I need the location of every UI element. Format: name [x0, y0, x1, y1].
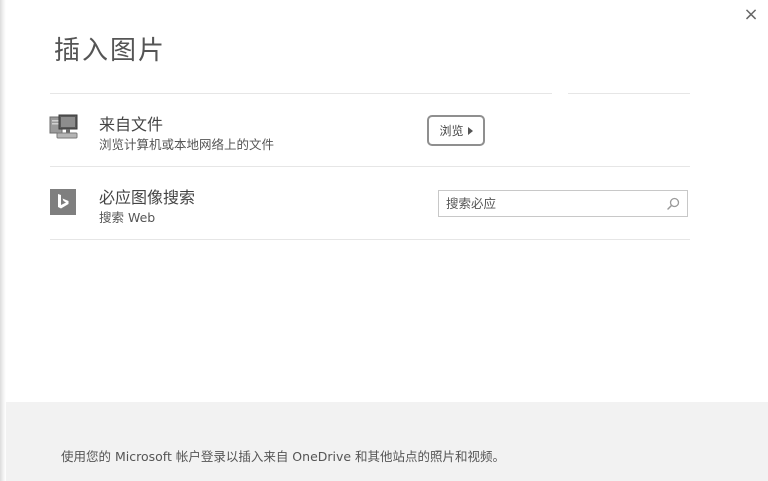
close-icon[interactable]: ×: [743, 4, 758, 25]
bing-logo-icon: [50, 189, 76, 215]
bing-search-description: 搜索 Web: [99, 210, 156, 225]
dialog-title: 插入图片: [54, 36, 167, 66]
computer-icon: [49, 114, 78, 139]
insert-picture-dialog: × 插入图片 来自文件 浏览计算机或本地网络上的文件 浏览 必应图像搜索 搜索 …: [0, 0, 768, 481]
dialog-footer: 使用您的 Microsoft 帐户登录以插入来自 OneDrive 和其他站点的…: [6, 402, 768, 481]
divider-bottom: [50, 239, 690, 240]
browse-label: 浏览: [439, 124, 464, 138]
browse-button[interactable]: 浏览: [427, 115, 485, 146]
chevron-right-icon: [467, 126, 473, 135]
divider-top-right: [568, 93, 690, 94]
bing-search-box[interactable]: [438, 190, 688, 217]
bing-search-input[interactable]: [439, 191, 666, 216]
close-button[interactable]: ×: [740, 4, 762, 26]
divider-middle: [50, 166, 690, 167]
from-file-description: 浏览计算机或本地网络上的文件: [99, 137, 275, 152]
bing-search-title: 必应图像搜索: [99, 188, 196, 207]
footer-sign-in-message: 使用您的 Microsoft 帐户登录以插入来自 OneDrive 和其他站点的…: [61, 449, 506, 464]
divider-top-left: [50, 93, 552, 94]
from-file-title: 来自文件: [99, 115, 164, 134]
search-icon[interactable]: [665, 196, 681, 212]
